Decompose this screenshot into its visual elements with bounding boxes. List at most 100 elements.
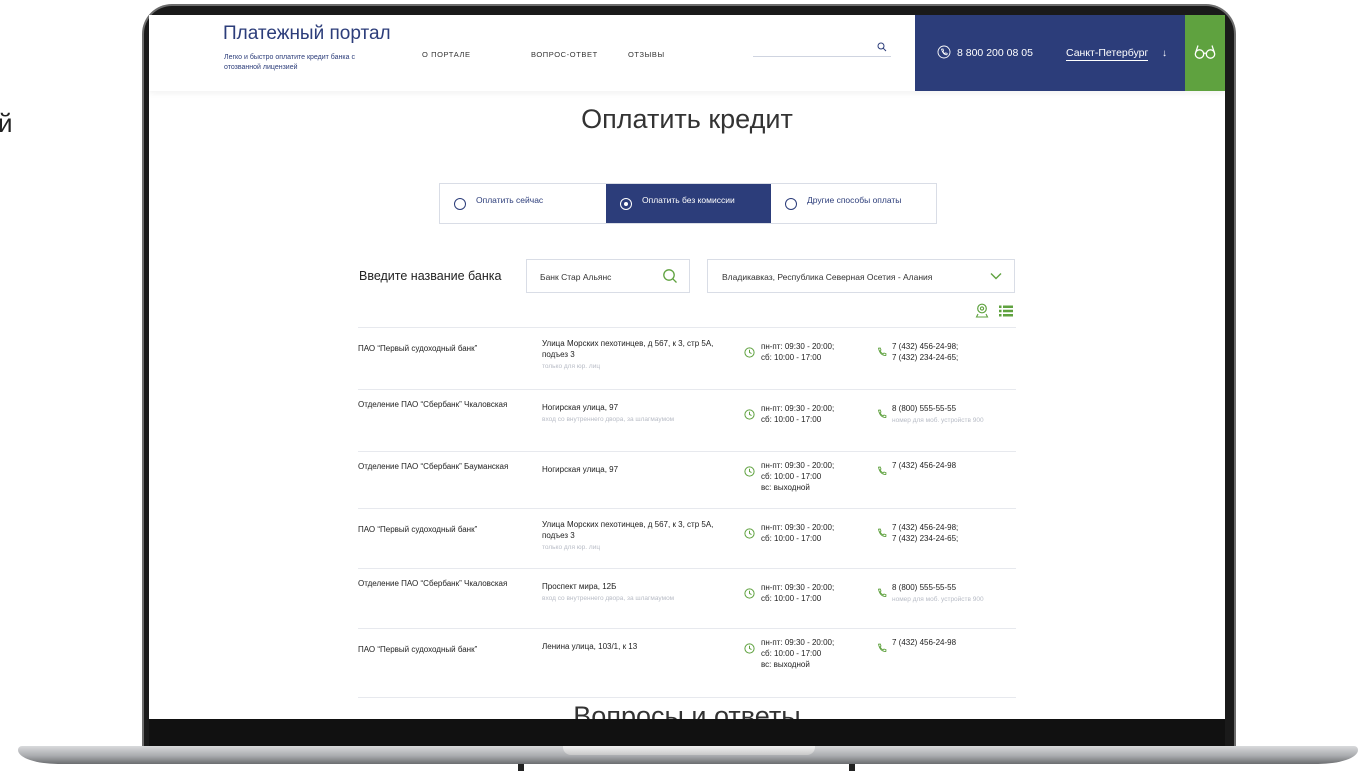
table-row[interactable]: ПАО “Первый судоходный банк” Улица Морски… (358, 508, 1016, 568)
clock-icon (744, 347, 755, 358)
branch-address-note: только для юр. лиц (542, 544, 601, 551)
bank-search-value[interactable]: Банк Стар Альянс (540, 272, 611, 282)
branch-address-cell: Улица Морских пехотинцев, д 567, к 3, ст… (542, 338, 732, 372)
branch-list: ПАО “Первый судоходный банк” Улица Морски… (358, 327, 1016, 698)
radio-checked-icon[interactable] (620, 198, 632, 210)
page-title: Оплатить кредит (581, 104, 793, 134)
branch-address: Ногирская улица, 97 (542, 403, 619, 412)
branch-hours: пн-пт: 09:30 - 20:00; сб: 10:00 - 17:00 (744, 341, 871, 363)
phone-line[interactable]: 7 (432) 234-24-65; (892, 352, 1022, 363)
hours-line: пн-пт: 09:30 - 20:00; (761, 342, 835, 351)
laptop-screen: Платежный портал Легко и быстро оплатите… (149, 15, 1225, 719)
branch-phones: 7 (432) 456-24-98; 7 (432) 234-24-65; (877, 522, 1022, 544)
hours-line: вс: выходной (761, 660, 810, 669)
site-header: Платежный портал Легко и быстро оплатите… (149, 15, 1225, 91)
branch-address-cell: Ногирская улица, 97 вход со внутреннего д… (542, 402, 732, 425)
branch-address-cell: Ногирская улица, 97 (542, 464, 732, 475)
branch-name: Отделение ПАО “Сбербанк” Чкаловская (358, 400, 508, 409)
tab-label: Другие способы оплаты (807, 195, 902, 205)
phone-line[interactable]: 7 (432) 456-24-98 (892, 637, 1022, 648)
branch-phones: 7 (432) 456-24-98; 7 (432) 234-24-65; (877, 341, 1022, 363)
branch-phones: 7 (432) 456-24-98 (877, 460, 1022, 476)
hours-line: вс: выходной (761, 483, 810, 492)
table-row[interactable]: ПАО “Первый судоходный банк” Улица Морски… (358, 327, 1016, 389)
phone-call-icon (937, 45, 951, 59)
phone-line[interactable]: 8 (800) 555-55-55 (892, 403, 1022, 414)
phone-icon (877, 409, 887, 419)
phone-line[interactable]: 7 (432) 456-24-98 (892, 460, 1022, 471)
stray-char: й (0, 108, 13, 138)
nav-faq[interactable]: ВОПРОС-ОТВЕТ (531, 50, 598, 59)
logo-subtitle: Легко и быстро оплатите кредит банка с о… (224, 54, 355, 71)
branch-address: Ногирская улица, 97 (542, 465, 619, 474)
table-row[interactable]: Отделение ПАО “Сбербанк” Бауманская Ногир… (358, 451, 1016, 508)
search-input[interactable] (753, 41, 891, 57)
hours-line: сб: 10:00 - 17:00 (761, 472, 822, 481)
phone-icon (877, 466, 887, 476)
logo-title[interactable]: Платежный портал (223, 23, 391, 45)
branch-address-note: только для юр. лиц (542, 363, 601, 370)
search-icon[interactable] (662, 268, 678, 284)
clock-icon (744, 643, 755, 654)
nav-reviews[interactable]: ОТЗЫВЫ (628, 50, 665, 59)
branch-hours: пн-пт: 09:30 - 20:00; сб: 10:00 - 17:00 (744, 522, 871, 544)
bank-search-input[interactable]: Банк Стар Альянс (526, 259, 690, 293)
hours-line: пн-пт: 09:30 - 20:00; (761, 404, 835, 413)
hours-line: пн-пт: 09:30 - 20:00; (761, 461, 835, 470)
phone-line[interactable]: 8 (800) 555-55-55 (892, 582, 1022, 593)
branch-address: Улица Морских пехотинцев, д 567, к 3, ст… (542, 520, 714, 540)
branch-address: Ленина улица, 103/1, к 13 (542, 642, 638, 651)
phone-number[interactable]: 8 800 200 08 05 (957, 47, 1033, 59)
nav-about[interactable]: О ПОРТАЛЕ (422, 50, 471, 59)
branch-hours: пн-пт: 09:30 - 20:00; сб: 10:00 - 17:00 (744, 403, 871, 425)
clock-icon (744, 588, 755, 599)
list-view-icon[interactable] (999, 305, 1013, 317)
glasses-icon (1194, 45, 1216, 59)
laptop-notch (563, 746, 815, 755)
tab-pay-now[interactable]: Оплатить сейчас (440, 184, 606, 223)
phone-icon (877, 588, 887, 598)
branch-address-cell: Улица Морских пехотинцев, д 567, к 3, ст… (542, 519, 732, 553)
clock-icon (744, 409, 755, 420)
city-selector[interactable]: Санкт-Петербург (1066, 47, 1149, 61)
bank-search-label: Введите название банка (359, 269, 502, 283)
map-pin-icon[interactable] (975, 303, 989, 318)
branch-name: ПАО “Первый судоходный банк” (358, 645, 478, 654)
branch-address-cell: Проспект мира, 12Б вход со внутреннего дв… (542, 581, 732, 604)
branch-address-note: вход со внутреннего двора, за шлагмаумом (542, 416, 675, 423)
arrow-down-icon[interactable]: ↓ (1162, 48, 1167, 59)
tab-other-methods[interactable]: Другие способы оплаты (771, 184, 936, 223)
radio-icon[interactable] (785, 198, 797, 210)
phone-icon (877, 528, 887, 538)
tab-pay-no-fee[interactable]: Оплатить без комиссии (606, 184, 771, 223)
branch-name: ПАО “Первый судоходный банк” (358, 344, 478, 353)
branch-phones: 8 (800) 555-55-55 номер для моб. устройст… (877, 403, 1022, 426)
city-select[interactable]: Владикавказ, Республика Северная Осетия … (707, 259, 1015, 293)
chevron-down-icon[interactable] (990, 272, 1002, 280)
hours-line: сб: 10:00 - 17:00 (761, 415, 822, 424)
branch-address: Улица Морских пехотинцев, д 567, к 3, ст… (542, 339, 714, 359)
table-row[interactable]: Отделение ПАО “Сбербанк” Чкаловская Ногир… (358, 389, 1016, 451)
clock-icon (744, 528, 755, 539)
branch-address-note: вход со внутреннего двора, за шлагмаумом (542, 595, 675, 602)
stage: й Платежный портал Легко и быстро оплати… (0, 0, 1370, 771)
hours-line: сб: 10:00 - 17:00 (761, 594, 822, 603)
search-icon[interactable] (877, 42, 887, 52)
phone-note: номер для моб. устройств 900 (892, 596, 984, 603)
phone-note: номер для моб. устройств 900 (892, 417, 984, 424)
radio-icon[interactable] (454, 198, 466, 210)
laptop-foot (518, 764, 524, 771)
phone-line[interactable]: 7 (432) 456-24-98; (892, 341, 1022, 352)
branch-name: Отделение ПАО “Сбербанк” Бауманская (358, 462, 509, 471)
table-row[interactable]: ПАО “Первый судоходный банк” Ленина улица… (358, 628, 1016, 698)
table-row[interactable]: Отделение ПАО “Сбербанк” Чкаловская Просп… (358, 568, 1016, 628)
phone-icon (877, 643, 887, 653)
accessibility-button[interactable] (1185, 15, 1225, 91)
city-select-value: Владикавказ, Республика Северная Осетия … (722, 272, 933, 282)
phone-line[interactable]: 7 (432) 234-24-65; (892, 533, 1022, 544)
branch-hours: пн-пт: 09:30 - 20:00; сб: 10:00 - 17:00 вс… (744, 637, 871, 670)
clock-icon (744, 466, 755, 477)
phone-line[interactable]: 7 (432) 456-24-98; (892, 522, 1022, 533)
branch-phones: 7 (432) 456-24-98 (877, 637, 1022, 653)
branch-phones: 8 (800) 555-55-55 номер для моб. устройст… (877, 582, 1022, 605)
